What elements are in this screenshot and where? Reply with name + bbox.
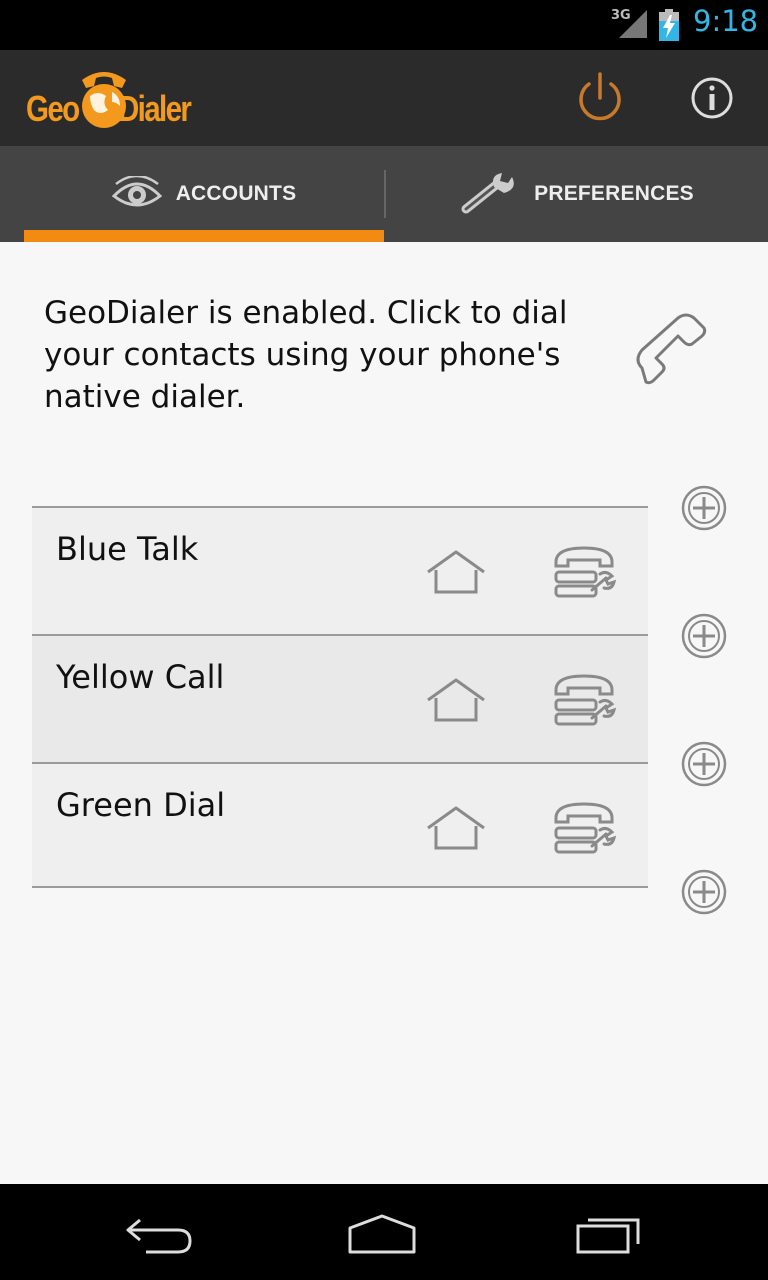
selected-tab-indicator [24,230,384,242]
account-name: Yellow Call [56,658,225,696]
app-logo: Geo Dialer [26,64,216,134]
add-account-icon[interactable] [680,484,728,532]
tab-accounts[interactable]: ACCOUNTS [24,146,384,242]
recent-apps-icon[interactable] [572,1212,644,1256]
home-nav-icon[interactable] [346,1212,418,1256]
home-icon[interactable] [424,676,488,724]
back-icon[interactable] [122,1212,194,1256]
action-bar: Geo Dialer [0,50,768,146]
add-account-icon[interactable] [680,612,728,660]
signal-icon [619,10,647,38]
add-account-icon[interactable] [680,868,728,916]
tab-accounts-label: ACCOUNTS [175,182,297,205]
add-account-icon[interactable] [680,740,728,788]
status-bar: 3G 9:18 [0,0,768,50]
list-item[interactable]: Green Dial [32,762,648,888]
phone-settings-icon[interactable] [552,672,616,728]
tab-bar: ACCOUNTS PREFERENCES [0,146,768,242]
phone-handset-icon[interactable] [628,310,718,398]
account-name: Blue Talk [56,530,199,568]
phone-settings-icon[interactable] [552,544,616,600]
account-name: Green Dial [56,786,226,824]
list-item[interactable]: Blue Talk [32,506,648,634]
home-icon[interactable] [424,804,488,852]
wrench-icon [461,173,514,214]
power-icon[interactable] [570,68,630,128]
logo-text-dialer: Dialer [118,88,192,129]
battery-charging-icon [659,9,679,41]
phone-settings-icon[interactable] [552,800,616,856]
logo-text-geo: Geo [26,88,80,129]
tab-preferences[interactable]: PREFERENCES [386,146,768,242]
clock: 9:18 [693,4,759,38]
list-item[interactable]: Yellow Call [32,634,648,762]
eye-icon [111,176,162,207]
info-icon[interactable] [682,68,742,128]
home-icon[interactable] [424,548,488,596]
status-message: GeoDialer is enabled. Click to dial your… [44,295,568,415]
navigation-bar [0,1184,768,1280]
accounts-list: Blue Talk Yellow Call Green Dial [32,506,648,888]
tab-preferences-label: PREFERENCES [534,182,694,205]
